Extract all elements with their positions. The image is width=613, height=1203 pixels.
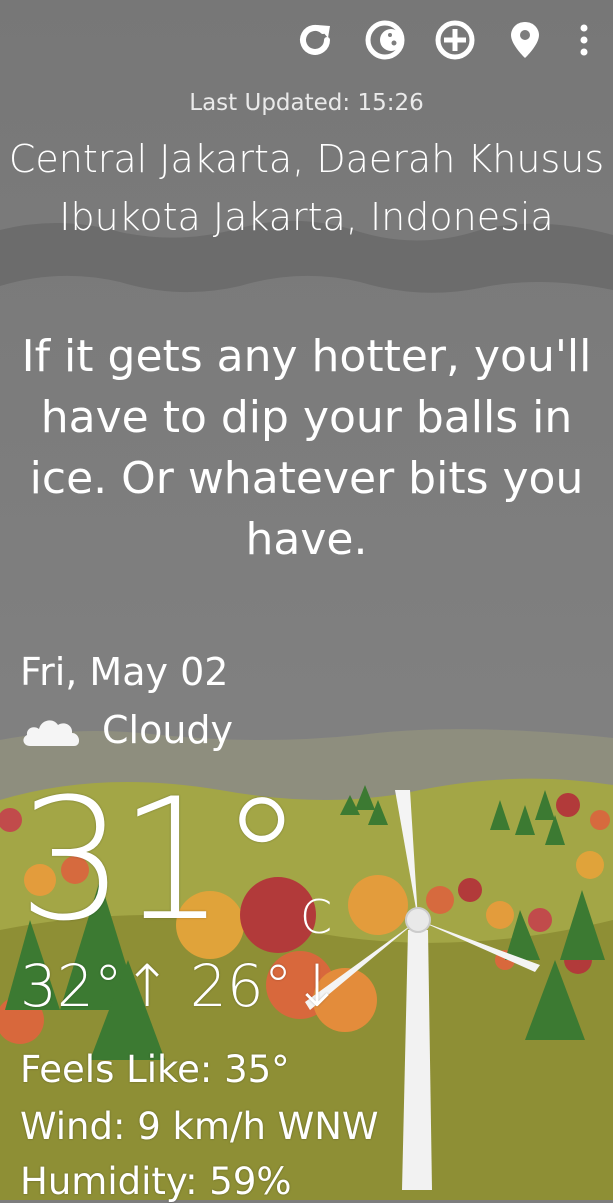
temperature-unit: C xyxy=(300,890,333,944)
quote-line: have. xyxy=(245,514,368,565)
location-pin-icon xyxy=(511,22,539,58)
quote-line: If it gets any hotter, you'll xyxy=(21,331,592,382)
add-location-button[interactable] xyxy=(429,14,481,66)
location-line: Central Jakarta, Daerah Khusus xyxy=(8,137,605,181)
location-button[interactable] xyxy=(499,14,551,66)
location-title: Central Jakarta, Daerah Khusus Ibukota J… xyxy=(0,130,613,246)
top-toolbar xyxy=(289,14,599,66)
humidity-text: Humidity: 59% xyxy=(20,1160,292,1203)
moon-icon xyxy=(365,20,405,60)
location-line: Ibukota Jakarta, Indonesia xyxy=(59,195,554,239)
forecast-date: Fri, May 02 xyxy=(20,650,229,694)
weather-condition: Cloudy xyxy=(20,708,233,752)
condition-label: Cloudy xyxy=(102,708,234,752)
refresh-button[interactable] xyxy=(289,14,341,66)
current-temperature: 31° xyxy=(18,762,304,958)
refresh-icon xyxy=(300,24,330,55)
feels-like-text: Feels Like: 35° xyxy=(20,1048,290,1091)
weather-quote: If it gets any hotter, you'll have to di… xyxy=(20,326,593,570)
quote-line: have to dip your balls in xyxy=(40,392,573,443)
quote-line: ice. Or whatever bits you xyxy=(29,453,584,504)
theme-button[interactable] xyxy=(359,14,411,66)
add-circle-icon xyxy=(435,20,475,60)
high-low-temperature: 32°↑ 26°↓ xyxy=(20,952,342,1020)
more-menu-button[interactable] xyxy=(569,14,599,66)
more-vert-icon xyxy=(580,24,588,56)
wind-text: Wind: 9 km/h WNW xyxy=(20,1105,379,1148)
cloud-icon xyxy=(23,720,80,746)
last-updated-text: Last Updated: 15:26 xyxy=(189,90,424,116)
